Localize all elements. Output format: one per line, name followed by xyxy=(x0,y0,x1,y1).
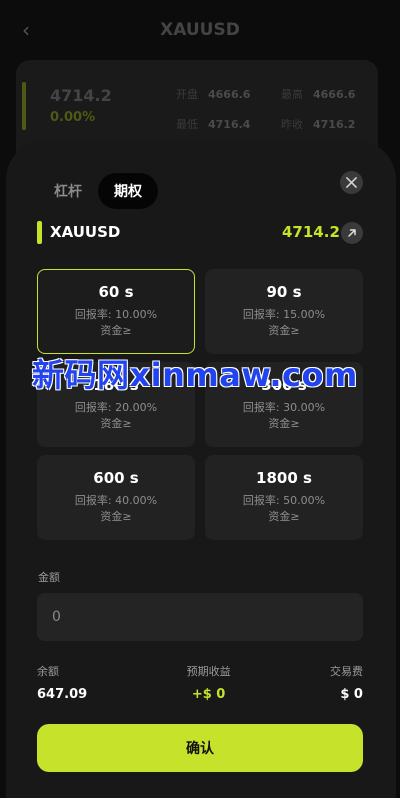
option-fund: 资金≥ xyxy=(268,324,300,337)
duration-options-grid: 60 s 回报率: 10.00% 资金≥ 90 s 回报率: 15.00% 资金… xyxy=(37,269,363,540)
option-fund: 资金≥ xyxy=(268,510,300,523)
option-duration: 600 s xyxy=(93,469,139,487)
tab-leverage[interactable]: 杠杆 xyxy=(38,173,98,209)
option-rate: 回报率: 30.00% xyxy=(242,401,326,414)
fee-value: $ 0 xyxy=(340,687,363,702)
option-fund: 资金≥ xyxy=(100,417,132,430)
close-button[interactable] xyxy=(340,171,363,194)
background-stat-open: 开盘 4666.6 xyxy=(176,88,251,101)
symbol-accent-bar xyxy=(37,221,42,244)
balance-label: 余额 xyxy=(37,665,59,678)
arrow-up-right-icon xyxy=(348,229,356,237)
watermark-text: 新码网xinmaw.com xyxy=(32,356,358,394)
expected-profit-column: 预期收益 +$ 0 xyxy=(187,663,231,702)
option-duration: 90 s xyxy=(266,283,302,301)
option-card-60s[interactable]: 60 s 回报率: 10.00% 资金≥ xyxy=(37,269,195,354)
trade-summary: 余额 647.09 预期收益 +$ 0 交易费 $ 0 xyxy=(37,663,363,702)
background-header: ‹ XAUUSD xyxy=(0,0,400,60)
option-card-600s[interactable]: 600 s 回报率: 40.00% 资金≥ xyxy=(37,455,195,540)
amount-label: 金额 xyxy=(38,571,60,584)
option-rate: 回报率: 20.00% xyxy=(74,401,158,414)
option-rate: 回报率: 10.00% xyxy=(74,308,158,321)
background-stat-prev: 昨收 4716.2 xyxy=(281,118,356,131)
confirm-button[interactable]: 确认 xyxy=(37,724,363,772)
trade-type-tabs: 杠杆 期权 xyxy=(38,173,158,209)
background-title: XAUUSD xyxy=(160,20,240,40)
expected-profit-value: +$ 0 xyxy=(191,687,226,702)
symbol-name: XAUUSD xyxy=(50,223,121,241)
option-rate: 回报率: 50.00% xyxy=(242,494,326,507)
symbol-detail-button[interactable] xyxy=(341,222,363,244)
option-rate: 回报率: 40.00% xyxy=(74,494,158,507)
option-fund: 资金≥ xyxy=(100,510,132,523)
option-rate: 回报率: 15.00% xyxy=(242,308,326,321)
background-stat-low: 最低 4716.4 xyxy=(176,118,251,131)
fee-column: 交易费 $ 0 xyxy=(330,663,363,702)
option-card-1800s[interactable]: 1800 s 回报率: 50.00% 资金≥ xyxy=(205,455,363,540)
option-duration: 1800 s xyxy=(256,469,312,487)
fee-label: 交易费 xyxy=(329,665,363,678)
balance-value: 647.09 xyxy=(37,687,88,702)
option-duration: 60 s xyxy=(98,283,134,301)
balance-column: 余额 647.09 xyxy=(37,663,87,702)
expected-profit-label: 预期收益 xyxy=(186,665,231,678)
close-icon xyxy=(346,177,357,188)
amount-input[interactable] xyxy=(37,593,363,641)
option-card-90s[interactable]: 90 s 回报率: 15.00% 资金≥ xyxy=(205,269,363,354)
page: ‹ XAUUSD 4714.2 0.00% 开盘 4666.6 最高 4666.6 … xyxy=(0,0,400,798)
option-fund: 资金≥ xyxy=(100,324,132,337)
option-fund: 资金≥ xyxy=(268,417,300,430)
symbol-price: 4714.2 xyxy=(282,223,340,241)
background-change: 0.00% xyxy=(50,110,96,125)
tab-options[interactable]: 期权 xyxy=(98,173,158,209)
background-accent-bar xyxy=(22,82,26,130)
background-stat-high: 最高 4666.6 xyxy=(281,88,356,101)
background-price: 4714.2 xyxy=(50,86,112,105)
